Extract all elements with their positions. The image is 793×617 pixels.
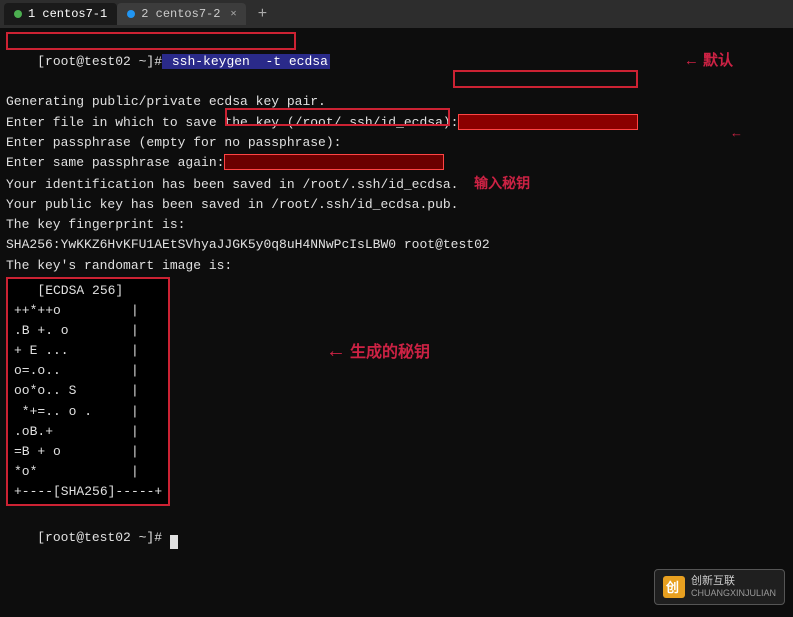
- output-line-9: The key's randomart image is:: [6, 256, 787, 276]
- output-line-7: The key fingerprint is:: [6, 215, 787, 235]
- watermark-text: 创新互联 CHUANGXINJULIAN: [691, 574, 776, 600]
- ascii-line-2: ++*++o |: [14, 301, 162, 321]
- output-line-8: SHA256:YwKKZ6HvKFU1AEtSVhyaJJGK5y0q8uH4N…: [6, 235, 787, 255]
- output-line-3: Enter passphrase (empty for no passphras…: [6, 133, 787, 153]
- terminal-area: [root@test02 ~]# ssh-keygen -t ecdsa Gen…: [0, 28, 793, 617]
- command-text: ssh-keygen -t ecdsa: [162, 54, 330, 69]
- generated-arrow-icon: ←: [330, 338, 342, 368]
- watermark-line2: CHUANGXINJULIAN: [691, 588, 776, 600]
- cursor: [170, 535, 178, 549]
- watermark-line1: 创新互联: [691, 574, 776, 588]
- ascii-line-6: oo*o.. S |: [14, 381, 162, 401]
- tab-label-2: 2 centos7-2: [141, 7, 220, 21]
- tab-centos7-2[interactable]: 2 centos7-2 ✕: [117, 3, 246, 25]
- tab-close-icon[interactable]: ✕: [230, 8, 236, 20]
- last-prompt: [root@test02 ~]#: [37, 530, 162, 545]
- ascii-line-9: =B + o |: [14, 442, 162, 462]
- passphrase-input-box[interactable]: [224, 154, 444, 170]
- tab-dot-2: [127, 10, 135, 18]
- ascii-line-5: o=.o.. |: [14, 361, 162, 381]
- watermark: 创 创新互联 CHUANGXINJULIAN: [654, 569, 785, 605]
- ascii-line-11: +----[SHA256]-----+: [14, 482, 162, 502]
- last-prompt-line: [root@test02 ~]#: [6, 508, 787, 568]
- tab-label-1: 1 centos7-1: [28, 7, 107, 21]
- output-line-5: Your identification has been saved in /r…: [6, 173, 787, 195]
- prompt-1: [root@test02 ~]#: [37, 54, 162, 69]
- watermark-logo: 创: [663, 576, 685, 598]
- output-line-6: Your public key has been saved in /root/…: [6, 195, 787, 215]
- ascii-line-10: *o* |: [14, 462, 162, 482]
- ascii-line-7: *+=.. o . |: [14, 402, 162, 422]
- ascii-line-8: .oB.+ |: [14, 422, 162, 442]
- svg-text:创: 创: [665, 580, 679, 596]
- tab-dot-1: [14, 10, 22, 18]
- logo-icon: 创: [665, 578, 683, 596]
- default-annotation: ← 默认: [684, 50, 733, 73]
- secret-arrow: ←: [730, 123, 743, 143]
- arrow-right-default: ←: [684, 52, 699, 69]
- output-line-2: Enter file in which to save the key (/ro…: [6, 113, 787, 133]
- tab-add-button[interactable]: +: [250, 3, 274, 25]
- tab-bar: 1 centos7-1 2 centos7-2 ✕ +: [0, 0, 793, 28]
- secret-annotation: 输入秘钥: [474, 175, 530, 191]
- output-line-1: Generating public/private ecdsa key pair…: [6, 92, 787, 112]
- generated-annotation: ← 生成的秘钥: [330, 338, 430, 368]
- ascii-line-3: .B +. o |: [14, 321, 162, 341]
- ascii-line-4: + E ... |: [14, 341, 162, 361]
- command-line: [root@test02 ~]# ssh-keygen -t ecdsa: [6, 32, 787, 92]
- generated-label: 生成的秘钥: [350, 341, 430, 365]
- ascii-art-box: [ECDSA 256] ++*++o | .B +. o | + E ... |…: [6, 277, 170, 507]
- tab-centos7-1[interactable]: 1 centos7-1: [4, 3, 117, 25]
- ascii-line-1: [ECDSA 256]: [14, 281, 162, 301]
- output-line-4: Enter same passphrase again:: [6, 153, 787, 173]
- file-input-box[interactable]: [458, 114, 638, 130]
